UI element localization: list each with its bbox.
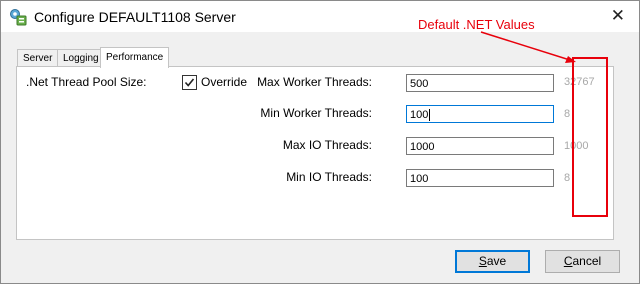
override-checkbox[interactable] xyxy=(182,75,197,90)
min-worker-threads-input[interactable]: 100 xyxy=(406,105,554,123)
text-caret xyxy=(429,109,431,122)
title-bar[interactable]: Configure DEFAULT1108 Server ✕ xyxy=(1,1,639,32)
default-min-io-threads: 8 xyxy=(564,172,571,184)
default-min-worker-threads: 8 xyxy=(564,108,571,120)
min-worker-threads-label: Min Worker Threads: xyxy=(260,106,372,120)
dialog-body: Server Logging Performance .Net Thread P… xyxy=(1,32,639,283)
checkmark-icon xyxy=(184,78,195,87)
default-values-annotation: Default .NET Values xyxy=(418,17,535,32)
max-worker-threads-label: Max Worker Threads: xyxy=(257,75,372,89)
tab-logging[interactable]: Logging xyxy=(57,49,105,67)
default-values-highlight-box xyxy=(572,57,608,217)
thread-pool-size-label: .Net Thread Pool Size: xyxy=(26,75,147,89)
configure-server-dialog: Configure DEFAULT1108 Server ✕ Server Lo… xyxy=(0,0,640,284)
tab-performance[interactable]: Performance xyxy=(100,47,170,68)
window-title: Configure DEFAULT1108 Server xyxy=(34,9,236,25)
max-io-threads-label: Max IO Threads: xyxy=(282,138,372,152)
min-io-threads-label: Min IO Threads: xyxy=(286,170,372,184)
tab-server[interactable]: Server xyxy=(17,49,59,67)
override-label: Override xyxy=(201,75,248,89)
max-io-threads-input[interactable]: 1000 xyxy=(406,137,554,155)
max-worker-threads-input[interactable]: 500 xyxy=(406,74,554,92)
cancel-button[interactable]: Cancel xyxy=(545,250,620,273)
min-io-threads-input[interactable]: 100 xyxy=(406,169,554,187)
close-icon[interactable]: ✕ xyxy=(611,6,625,26)
server-config-icon xyxy=(10,9,27,26)
save-button[interactable]: Save xyxy=(455,250,530,273)
